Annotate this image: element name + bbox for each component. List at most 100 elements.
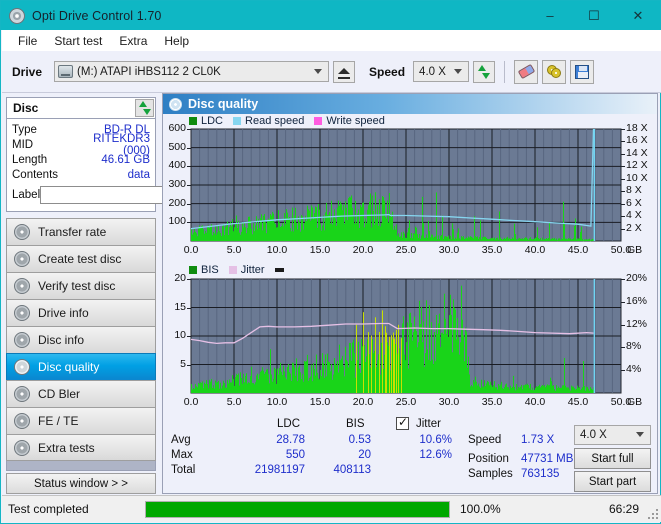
progress-percent: 100.0% — [460, 502, 501, 516]
y-axis-right-tick: 4 X — [626, 209, 642, 222]
disc-icon — [14, 305, 30, 321]
sidebar-item-disc-info[interactable]: Disc info — [6, 326, 156, 353]
y-axis-right-tick: 6 X — [626, 196, 642, 209]
x-axis-tick: 20.0 — [352, 396, 374, 408]
y-axis-right-tick-mark — [621, 191, 625, 193]
sidebar-item-extra-tests[interactable]: Extra tests — [6, 434, 156, 461]
jitter-checkbox[interactable] — [396, 415, 409, 430]
menu-file[interactable]: File — [10, 32, 46, 50]
speed-select[interactable]: 4.0 X — [413, 61, 470, 82]
disc-quality-icon — [169, 97, 182, 111]
minimize-icon[interactable]: – — [528, 1, 572, 30]
menu-start-test[interactable]: Start test — [46, 32, 111, 50]
y-axis-tick: 200 — [168, 196, 186, 209]
y-axis-right-tick-mark — [621, 279, 625, 280]
stats-total-bis: 408113 — [333, 464, 371, 476]
x-axis-tick: 45.0 — [567, 244, 589, 256]
y-axis-right-tick-mark — [621, 178, 625, 180]
y-axis-right-tick: 20% — [626, 272, 648, 284]
menu-extra[interactable]: Extra — [111, 32, 156, 50]
y-axis-right-tick-mark — [621, 166, 625, 168]
legend-label-read-speed: Read speed — [245, 114, 305, 127]
disc-key: Length — [12, 153, 48, 166]
disc-icon — [14, 332, 30, 348]
jitter-label: Jitter — [416, 418, 441, 430]
eject-bar-icon — [338, 76, 351, 79]
status-bar: Test completed 100.0% 66:29 — [2, 495, 661, 522]
start-full-button[interactable]: Start full — [574, 448, 651, 469]
sidebar-item-label: FE / TE — [38, 414, 79, 428]
copy-disc-button[interactable] — [542, 59, 567, 84]
stats-avg-bis: 0.53 — [348, 434, 371, 446]
progress-bar — [145, 500, 450, 518]
y-axis-tick: 10 — [174, 329, 186, 341]
y-axis-right-tick-mark — [621, 216, 625, 218]
start-part-label: Start part — [588, 475, 637, 488]
sidebar-item-label: Verify test disc — [38, 279, 116, 293]
stats-col-bis: BIS — [346, 418, 365, 430]
refresh-icon — [138, 101, 152, 115]
stats-row-max-label: Max — [171, 449, 193, 461]
title-bar: Opti Drive Control 1.70 – ☐ ✕ — [1, 1, 660, 30]
speed-test-select-value: 4.0 X — [580, 429, 607, 441]
app-disc-icon — [9, 7, 25, 24]
main-panel: Disc quality LDC Read speed Write speed … — [162, 93, 658, 494]
refresh-button[interactable] — [473, 60, 496, 83]
y-axis-right-tick-mark — [621, 324, 625, 326]
maximize-icon[interactable]: ☐ — [572, 1, 616, 30]
sidebar-item-fe-te[interactable]: FE / TE — [6, 407, 156, 434]
position-stat-value: 47731 MB — [521, 453, 574, 465]
save-button[interactable] — [570, 59, 595, 84]
disc-refresh-button[interactable] — [135, 99, 154, 117]
app-window: Opti Drive Control 1.70 – ☐ ✕ File Start… — [0, 0, 661, 524]
x-axis-tick: 40.0 — [524, 244, 546, 256]
x-axis-tick: 20.0 — [352, 244, 374, 256]
x-axis-tick: 0.0 — [183, 244, 199, 256]
x-axis-tick: 25.0 — [395, 244, 417, 256]
disc-key: MID — [12, 138, 34, 151]
position-stat-label: Position — [468, 453, 509, 465]
legend-label-jitter: Jitter — [240, 263, 265, 276]
disc-icon — [14, 224, 30, 240]
start-part-button[interactable]: Start part — [574, 471, 651, 492]
y-axis-right-tick: 4% — [626, 363, 642, 376]
toolbar: Drive (M:) ATAPI iHBS112 2 CL0K Speed 4.… — [2, 51, 661, 93]
sidebar-item-disc-quality[interactable]: Disc quality — [6, 353, 156, 380]
status-message: Test completed — [8, 502, 89, 516]
legend-swatch-read-speed — [233, 116, 242, 125]
bis-chart: 5 10 15 20 4% 8% 12% 16% 20% 0.0 5.0 10.0 15.0 20.0 25… — [163, 272, 659, 409]
legend-label-write-speed: Write speed — [326, 114, 385, 127]
stats-row-total-label: Total — [171, 464, 196, 476]
y-axis-right-tick: 14 X — [626, 146, 648, 159]
resize-grip[interactable] — [647, 508, 658, 519]
sidebar-item-transfer-rate[interactable]: Transfer rate — [6, 218, 156, 245]
y-axis-right-tick-mark — [621, 129, 625, 130]
refresh-icon — [477, 64, 491, 79]
disc-value: 46.61 GB — [101, 153, 150, 166]
sidebar-item-verify-test-disc[interactable]: Verify test disc — [6, 272, 156, 299]
close-icon[interactable]: ✕ — [616, 1, 660, 30]
legend-swatch-bis — [189, 265, 197, 274]
drive-icon — [58, 65, 74, 78]
eject-button[interactable] — [333, 60, 356, 83]
drive-label: Drive — [12, 64, 43, 79]
sidebar-item-create-test-disc[interactable]: Create test disc — [6, 245, 156, 272]
erase-button[interactable] — [514, 59, 539, 84]
status-window-button[interactable]: Status window > > — [6, 473, 156, 494]
menu-help[interactable]: Help — [156, 32, 198, 50]
sidebar-item-drive-info[interactable]: Drive info — [6, 299, 156, 326]
disc-row-contents: Contents data — [12, 167, 150, 182]
ldc-chart: 100 200 300 400 500 600 2 X4 X6 X8 X 10 X 12 X 14… — [163, 122, 659, 257]
elapsed-time: 66:29 — [608, 502, 639, 516]
disc-panel-header: Disc — [6, 97, 156, 119]
disc-key: Type — [12, 123, 37, 136]
sidebar-item-cd-bler[interactable]: CD Bler — [6, 380, 156, 407]
x-axis-tick: 35.0 — [481, 396, 503, 408]
sidebar-item-label: Disc info — [38, 333, 85, 347]
drive-select[interactable]: (M:) ATAPI iHBS112 2 CL0K — [54, 61, 330, 82]
y-axis-tick-mark — [187, 203, 191, 205]
panel-header: Disc quality — [163, 94, 657, 114]
x-axis-tick: 10.0 — [266, 244, 288, 256]
x-axis-tick: 10.0 — [266, 396, 288, 408]
speed-test-select[interactable]: 4.0 X — [574, 425, 651, 445]
